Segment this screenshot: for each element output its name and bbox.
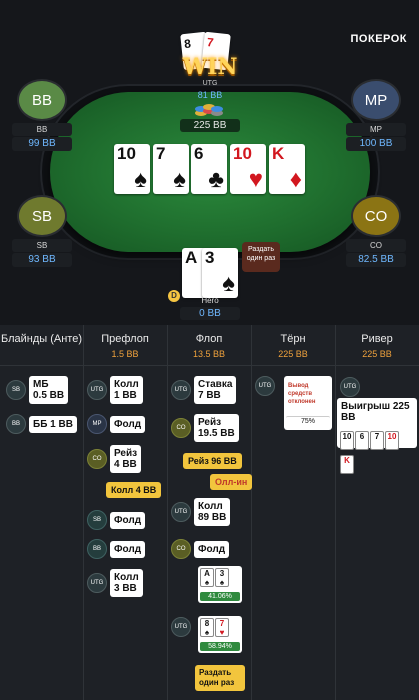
poker-hand-replay: ПОКЕРОК 8 7 WIN UTG 81 BB 225 BB 10 ♠ 7 ♠ (0, 0, 419, 700)
action-river: UTG (340, 377, 363, 397)
board-card-2: 7 ♠ (153, 144, 189, 194)
mini-card: 10 (385, 431, 399, 450)
flop-raise-tag: Рейз 96 BB (183, 453, 242, 469)
action-preflop-2: MP Фолд (87, 414, 146, 434)
pot-amount: 225 BB (180, 119, 240, 132)
mini-card: 7 ♥ (215, 618, 229, 637)
mini-card: 3 ♠ (215, 568, 229, 587)
mini-card: 10 (340, 431, 354, 450)
action-flop-1: UTG Ставка 7 BB (171, 376, 237, 404)
seat-position: CO (346, 239, 406, 252)
seat-co[interactable]: CO CO 82.5 BB (346, 195, 406, 267)
header-blinds: Блайнды (Анте) (0, 333, 82, 345)
seat-stack: 99 BB (12, 137, 72, 151)
hero-card-2: 3 ♠ (202, 248, 238, 298)
header-turn: Тёрн 225 BB (278, 333, 308, 359)
header-flop: Флоп 13.5 BB (192, 333, 226, 359)
action-preflop-5: BB Фолд (87, 539, 146, 559)
action-flop-utg-equity: UTG (171, 617, 194, 637)
seat-sb[interactable]: SB SB 93 BB (12, 195, 72, 267)
seat-position: MP (346, 123, 406, 136)
utg-equity-box: 8 ♠7 ♥ 58.94% (198, 616, 242, 653)
brand-logo: ПОКЕРОК (350, 33, 407, 45)
board-card-3: 6 ♣ (191, 144, 227, 194)
flop-deal-once-tag: Раздать один раз (195, 665, 245, 691)
seat-position: SB (12, 239, 72, 252)
seat-stack: 82.5 BB (346, 253, 406, 267)
seat-stack: 93 BB (12, 253, 72, 267)
avatar: MP (351, 79, 401, 121)
header-preflop: Префлоп 1.5 BB (101, 333, 149, 359)
avatar: SB (17, 195, 67, 237)
action-bb-blind: BB ББ 1 BB (6, 414, 77, 434)
action-turn: UTG (255, 376, 278, 396)
avatar: CO (351, 195, 401, 237)
mini-card: 7 (370, 431, 384, 450)
avatar: BB (17, 79, 67, 121)
seat-stack: 100 BB (346, 137, 406, 151)
win-badge: WIN (182, 54, 238, 80)
board-card-1: 10 ♠ (114, 144, 150, 194)
header-river: Ривер 225 BB (361, 333, 393, 359)
board-card-4: 10 ♥ (230, 144, 266, 194)
utg-seat-stack: 81 BB (197, 90, 223, 100)
pot-chips-icon (195, 104, 223, 116)
mini-card: A ♠ (200, 568, 214, 587)
dealer-button-icon: D (168, 290, 180, 302)
flop-allin-tag: Олл-ин (210, 474, 253, 490)
action-preflop-3: CO Рейз 4 BB (87, 445, 142, 473)
preflop-call-tag: Колл 4 BB (106, 482, 162, 498)
action-flop-3: UTG Колл 89 BB (171, 498, 231, 526)
seat-mp[interactable]: MP MP 100 BB (346, 79, 406, 151)
action-preflop-6: UTG Колл 3 BB (87, 569, 143, 597)
seat-position: BB (12, 123, 72, 136)
river-win-box: Выигрыш 225 BB 10 6 7 10K (337, 398, 417, 474)
action-flop-4: CO Фолд (171, 539, 230, 559)
seat-bb[interactable]: BB BB 99 BB (12, 79, 72, 151)
utg-seat-label: UTG (202, 80, 218, 87)
mini-card: 6 (355, 431, 369, 450)
action-flop-2: CO Рейз 19.5 BB (171, 414, 239, 442)
hero-chat-bubble: Раздать один раз (242, 242, 280, 272)
hero-name: Hero (201, 296, 219, 305)
mini-card: K (340, 455, 354, 474)
hero-equity-box: A ♠3 ♠ 41.06% (198, 566, 242, 603)
action-preflop-4: SB Фолд (87, 510, 146, 530)
mini-card: 8 ♠ (200, 618, 214, 637)
action-preflop-1: UTG Колл 1 BB (87, 376, 143, 404)
hero-stack: 0 BB (180, 307, 240, 320)
poker-table-area: ПОКЕРОК 8 7 WIN UTG 81 BB 225 BB 10 ♠ 7 ♠ (0, 0, 419, 325)
board-card-5: K ♦ (269, 144, 305, 194)
action-sb-blind: SB МБ 0.5 BB (6, 376, 69, 404)
turn-result-box: Вывод средств отклонен 75% (284, 376, 332, 430)
